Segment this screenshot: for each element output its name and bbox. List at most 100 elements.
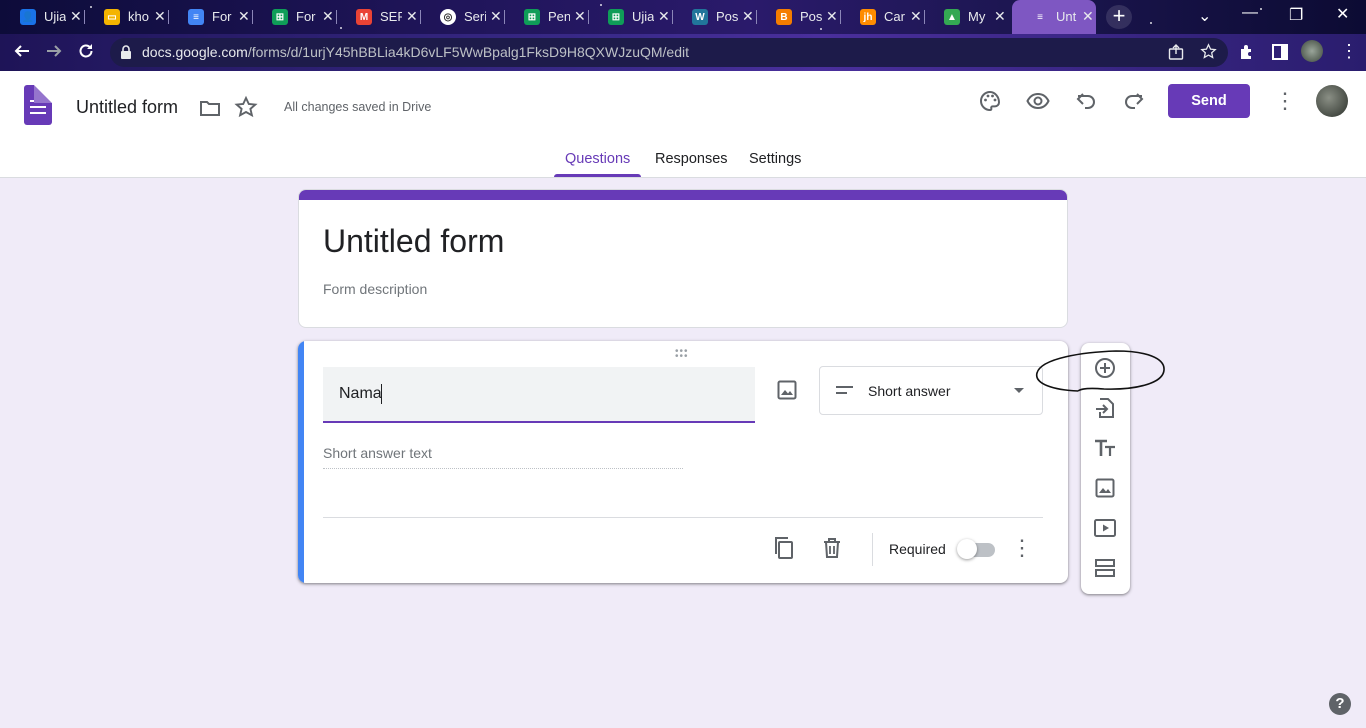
star-icon[interactable] bbox=[234, 95, 258, 119]
jh-icon: jh bbox=[860, 9, 876, 25]
preview-eye-icon[interactable] bbox=[1026, 89, 1050, 113]
browser-tab[interactable]: ≡ Unt ✕ bbox=[1012, 0, 1096, 34]
import-questions-icon[interactable] bbox=[1093, 396, 1117, 420]
browser-tab-title: Pos bbox=[800, 9, 822, 24]
browser-tab-title: For bbox=[212, 9, 232, 24]
add-video-icon[interactable] bbox=[1093, 516, 1117, 540]
share-icon[interactable] bbox=[1168, 44, 1184, 60]
tab-responses[interactable]: Responses bbox=[655, 151, 728, 167]
tab-questions[interactable]: Questions bbox=[565, 151, 630, 167]
tab-close-icon[interactable]: ✕ bbox=[322, 8, 334, 25]
required-label: Required bbox=[889, 541, 946, 557]
more-options-icon[interactable]: ⋮ bbox=[1274, 89, 1296, 113]
browser-tab[interactable]: ≡ For ✕ bbox=[168, 0, 252, 34]
forms-logo-icon[interactable] bbox=[24, 85, 52, 125]
tab-close-icon[interactable]: ✕ bbox=[70, 8, 82, 25]
drag-handle-icon[interactable]: ••• ••• bbox=[675, 347, 689, 362]
new-tab-button[interactable]: + bbox=[1106, 5, 1132, 29]
footer-separator bbox=[872, 533, 873, 566]
question-title-text: Nama bbox=[339, 385, 382, 402]
browser-tab[interactable]: B Pos ✕ bbox=[756, 0, 840, 34]
tab-search-icon[interactable]: ⌄ bbox=[1198, 6, 1211, 26]
form-title[interactable]: Untitled form bbox=[323, 223, 504, 260]
forward-button[interactable] bbox=[45, 42, 63, 60]
help-button[interactable]: ? bbox=[1329, 693, 1351, 715]
redo-icon[interactable] bbox=[1122, 89, 1146, 113]
drive-icon: ▲ bbox=[944, 9, 960, 25]
required-toggle[interactable] bbox=[957, 539, 995, 559]
site-icon: ◎ bbox=[440, 9, 456, 25]
browser-tab[interactable]: ⊞ Pen ✕ bbox=[504, 0, 588, 34]
add-image-icon[interactable] bbox=[775, 378, 799, 402]
tab-close-icon[interactable]: ✕ bbox=[490, 8, 502, 25]
browser-menu-icon[interactable]: ⋮ bbox=[1340, 42, 1358, 60]
undo-icon[interactable] bbox=[1074, 89, 1098, 113]
browser-tab-title: Seri bbox=[464, 9, 486, 24]
back-button[interactable] bbox=[13, 42, 31, 60]
question-more-icon[interactable]: ⋮ bbox=[1011, 537, 1033, 559]
browser-tab[interactable]: W Pos ✕ bbox=[672, 0, 756, 34]
close-window-button[interactable]: ✕ bbox=[1336, 4, 1349, 24]
browser-tab-title: Ujia bbox=[44, 9, 66, 24]
form-description-field[interactable]: Form description bbox=[323, 281, 427, 297]
delete-icon[interactable] bbox=[820, 536, 844, 560]
address-bar[interactable]: docs.google.com/forms/d/1urjY45hBBLia4kD… bbox=[110, 38, 1228, 67]
slides-icon: ▭ bbox=[104, 9, 120, 25]
question-type-label: Short answer bbox=[868, 383, 951, 399]
browser-tab-title: Pos bbox=[716, 9, 738, 24]
add-title-description-icon[interactable] bbox=[1093, 436, 1117, 460]
restore-button[interactable]: ❐ bbox=[1289, 5, 1303, 25]
extensions-icon[interactable] bbox=[1238, 43, 1256, 61]
tab-close-icon[interactable]: ✕ bbox=[658, 8, 670, 25]
browser-tab-title: For bbox=[296, 9, 316, 24]
tab-close-icon[interactable]: ✕ bbox=[574, 8, 586, 25]
lock-icon bbox=[120, 45, 132, 59]
title-card-accent-bar bbox=[299, 190, 1067, 200]
tab-close-icon[interactable]: ✕ bbox=[910, 8, 922, 25]
toggle-knob bbox=[957, 539, 977, 559]
profile-avatar[interactable] bbox=[1301, 40, 1323, 62]
tab-close-icon[interactable]: ✕ bbox=[238, 8, 250, 25]
tab-close-icon[interactable]: ✕ bbox=[154, 8, 166, 25]
add-section-icon[interactable] bbox=[1093, 556, 1117, 580]
gmail-icon: M bbox=[356, 9, 372, 25]
browser-tab[interactable]: ◎ Seri ✕ bbox=[420, 0, 504, 34]
browser-tab-title: Pen bbox=[548, 9, 570, 24]
annotation-circle bbox=[1034, 348, 1166, 396]
browser-tab-title: Unt bbox=[1056, 9, 1077, 24]
sheets-icon: ⊞ bbox=[608, 9, 624, 25]
tab-close-icon[interactable]: ✕ bbox=[742, 8, 754, 25]
sheets-icon: ⊞ bbox=[272, 9, 288, 25]
browser-tab-title: kho bbox=[128, 9, 149, 24]
contacts-icon: 👤 bbox=[20, 9, 36, 25]
document-title[interactable]: Untitled form bbox=[76, 97, 178, 118]
tab-close-icon[interactable]: ✕ bbox=[1082, 8, 1094, 25]
account-avatar[interactable] bbox=[1316, 85, 1348, 117]
side-panel-icon[interactable] bbox=[1271, 43, 1289, 61]
send-button[interactable]: Send bbox=[1168, 84, 1250, 118]
browser-tab[interactable]: ⊞ Ujia ✕ bbox=[588, 0, 672, 34]
question-title-input[interactable]: Nama bbox=[323, 367, 755, 423]
minimize-button[interactable]: — bbox=[1242, 4, 1258, 22]
bookmark-star-icon[interactable] bbox=[1200, 43, 1217, 60]
reload-button[interactable] bbox=[77, 42, 95, 60]
browser-tab[interactable]: ⊞ For ✕ bbox=[252, 0, 336, 34]
duplicate-icon[interactable] bbox=[772, 536, 796, 560]
add-image-side-icon[interactable] bbox=[1093, 476, 1117, 500]
sheets-icon: ⊞ bbox=[524, 9, 540, 25]
tab-close-icon[interactable]: ✕ bbox=[826, 8, 838, 25]
browser-tab[interactable]: jh Car ✕ bbox=[840, 0, 924, 34]
browser-tab-title: Car bbox=[884, 9, 905, 24]
tab-close-icon[interactable]: ✕ bbox=[406, 8, 418, 25]
browser-tab[interactable]: ▭ kho ✕ bbox=[84, 0, 168, 34]
tab-settings[interactable]: Settings bbox=[749, 151, 801, 167]
palette-icon[interactable] bbox=[978, 89, 1002, 113]
question-type-dropdown[interactable]: Short answer bbox=[819, 366, 1043, 415]
tab-close-icon[interactable]: ✕ bbox=[994, 8, 1006, 25]
active-question-indicator bbox=[298, 341, 304, 583]
short-answer-underline bbox=[323, 468, 683, 469]
browser-tab[interactable]: ▲ My ✕ bbox=[924, 0, 1008, 34]
folder-icon[interactable] bbox=[198, 96, 222, 120]
browser-tab[interactable]: 👤 Ujia ✕ bbox=[0, 0, 84, 34]
browser-tab[interactable]: M SER ✕ bbox=[336, 0, 420, 34]
